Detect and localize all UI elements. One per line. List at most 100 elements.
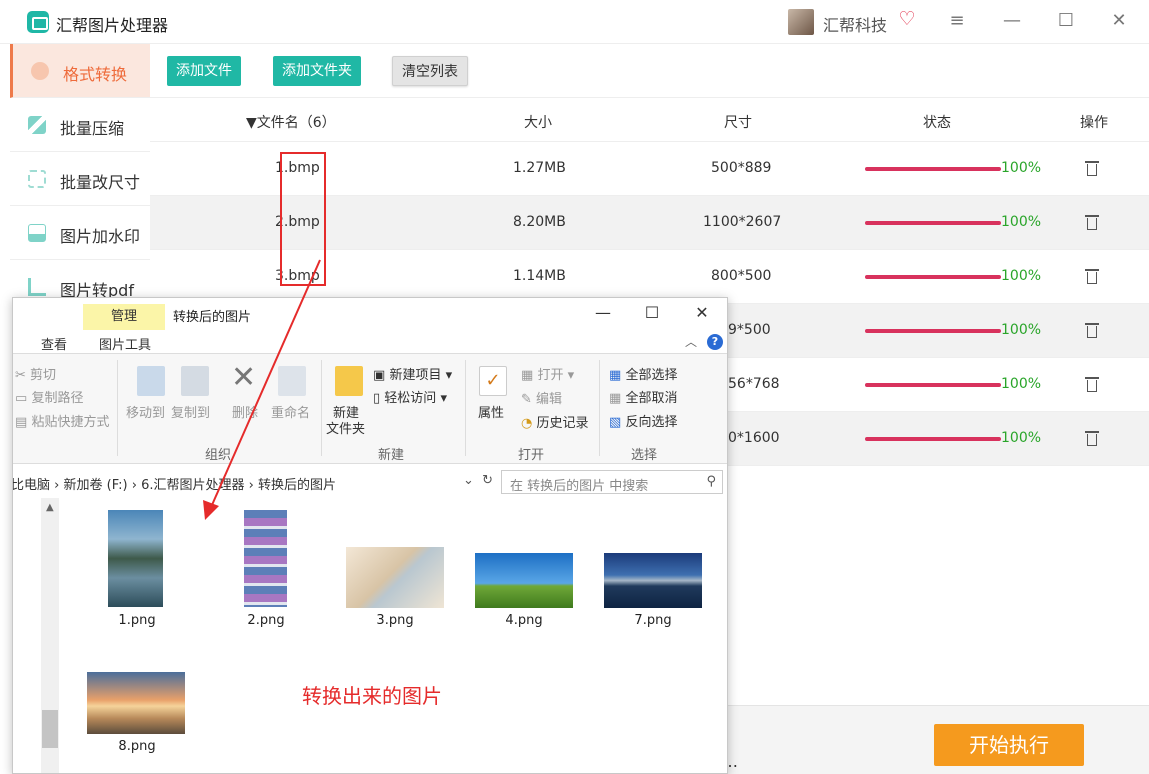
tab-picture-tools[interactable]: 图片工具 (99, 334, 151, 353)
table-header: ▼文件名（6） 大小 尺寸 状态 操作 (150, 98, 1149, 142)
start-button[interactable]: 开始执行 (934, 724, 1084, 766)
sidebar-item-watermark[interactable]: 图片加水印 (10, 206, 150, 260)
cut-label: 剪切 (30, 368, 57, 383)
search-icon: ⚲ (706, 474, 716, 489)
rename-button[interactable]: 重命名 (271, 402, 310, 421)
minimize-button[interactable]: — (1001, 10, 1023, 32)
progress-bar (865, 329, 1001, 333)
breadcrumb-item[interactable]: 新加卷 (F:) (64, 478, 128, 493)
cut-button[interactable]: ✂ 剪切 (15, 364, 56, 383)
scroll-up-icon[interactable]: ▲ (46, 502, 54, 513)
progress-percent: 100% (1001, 430, 1042, 446)
open-label: 打开 (537, 368, 564, 383)
column-header-action: 操作 (1080, 115, 1108, 131)
invert-selection-button[interactable]: ▧ 反向选择 (609, 411, 677, 430)
edit-label: 编辑 (536, 392, 563, 407)
new-item-button[interactable]: ▣ 新建项目 ▾ (373, 364, 452, 383)
progress-bar (865, 221, 1001, 225)
properties-button[interactable]: 属性 (478, 402, 504, 421)
user-avatar[interactable] (788, 9, 814, 35)
delete-icon[interactable] (1084, 159, 1100, 177)
new-folder-icon (335, 366, 363, 396)
sidebar: 格式转换 批量压缩 批量改尺寸 图片加水印 图片转pdf (10, 44, 150, 314)
copy-to-button[interactable]: 复制到 (171, 402, 210, 421)
group-new-label: 新建 (378, 448, 405, 463)
file-size: 1.27MB (513, 160, 566, 176)
search-placeholder: 在 转换后的图片 中搜索 (510, 479, 649, 494)
add-file-button[interactable]: 添加文件 (167, 56, 241, 86)
explorer-maximize-button[interactable]: ☐ (642, 303, 662, 323)
delete-icon[interactable] (1084, 375, 1100, 393)
close-button[interactable]: ✕ (1108, 10, 1130, 32)
vip-heart-icon[interactable]: ♡ (896, 8, 918, 30)
vertical-scrollbar[interactable]: ▲ (41, 498, 59, 773)
new-folder-label-line2: 文件夹 (326, 422, 366, 437)
sidebar-item-format-convert[interactable]: 格式转换 (10, 44, 150, 98)
sidebar-item-resize[interactable]: 批量改尺寸 (10, 152, 150, 206)
paste-shortcut-button[interactable]: ▤ 粘贴快捷方式 (15, 411, 109, 430)
file-thumbnail-8[interactable]: 8.png (77, 672, 197, 762)
ribbon-separator (117, 360, 118, 456)
invert-selection-label: 反向选择 (625, 415, 678, 430)
file-thumbnail-1[interactable]: 1.png (77, 510, 197, 630)
delete-icon[interactable] (1084, 213, 1100, 231)
tab-view[interactable]: 查看 (41, 334, 67, 353)
file-thumbnail-4[interactable]: 4.png (464, 510, 584, 630)
add-folder-button[interactable]: 添加文件夹 (273, 56, 361, 86)
breadcrumb[interactable]: 比电脑 › 新加卷 (F:) › 6.汇帮图片处理器 › 转换后的图片 (13, 474, 336, 493)
delete-x-icon: ✕ (231, 360, 257, 395)
select-all-button[interactable]: ▦ 全部选择 (609, 364, 677, 383)
explorer-close-button[interactable]: ✕ (692, 303, 712, 323)
open-icon: ▦ (521, 368, 534, 383)
copy-path-button[interactable]: ▭ 复制路径 (15, 387, 83, 406)
explorer-minimize-button[interactable]: — (593, 303, 613, 323)
progress-bar (865, 275, 1001, 279)
file-dimensions: 9*500 (728, 322, 771, 338)
sidebar-item-compress[interactable]: 批量压缩 (10, 98, 150, 152)
file-size: 8.20MB (513, 214, 566, 230)
ribbon-separator (321, 360, 322, 456)
address-controls: ⌄ ↻ (463, 473, 493, 488)
ribbon-separator (599, 360, 600, 456)
menu-icon[interactable]: ≡ (946, 10, 968, 32)
delete-button[interactable]: 删除 (232, 402, 258, 421)
format-convert-icon (31, 62, 49, 80)
toolbar: 添加文件 添加文件夹 清空列表 (150, 44, 1149, 98)
breadcrumb-item[interactable]: 6.汇帮图片处理器 (141, 478, 244, 493)
history-button[interactable]: ◔ 历史记录 (521, 412, 589, 431)
scroll-thumb[interactable] (42, 710, 58, 748)
chevron-right-icon: › (54, 478, 64, 493)
clear-list-button[interactable]: 清空列表 (392, 56, 468, 86)
column-header-size: 大小 (524, 115, 552, 131)
progress-bar (865, 437, 1001, 441)
file-thumbnail-2[interactable]: 2.png (206, 510, 326, 630)
select-none-button[interactable]: ▦ 全部取消 (609, 387, 677, 406)
delete-icon[interactable] (1084, 321, 1100, 339)
search-input[interactable]: 在 转换后的图片 中搜索 ⚲ (501, 470, 723, 494)
file-name: 3.png (376, 613, 414, 628)
history-icon: ◔ (521, 416, 533, 431)
refresh-icon[interactable]: ↻ (482, 473, 493, 488)
address-bar: 比电脑 › 新加卷 (F:) › 6.汇帮图片处理器 › 转换后的图片 ⌄ ↻ … (13, 470, 727, 494)
breadcrumb-item[interactable]: 转换后的图片 (258, 478, 336, 493)
pdf-icon (28, 278, 46, 296)
maximize-button[interactable]: ☐ (1055, 10, 1077, 32)
chevron-down-icon[interactable]: ⌄ (463, 473, 474, 488)
progress-bar (865, 167, 1001, 171)
move-to-button[interactable]: 移动到 (126, 402, 165, 421)
select-none-label: 全部取消 (625, 391, 678, 406)
help-icon[interactable]: ? (707, 334, 723, 350)
open-button[interactable]: ▦ 打开 ▾ (521, 364, 574, 383)
column-header-name[interactable]: ▼文件名（6） (246, 112, 336, 132)
file-thumbnail-7[interactable]: 7.png (593, 510, 713, 630)
delete-icon[interactable] (1084, 267, 1100, 285)
image-preview (475, 553, 573, 608)
easy-access-button[interactable]: ▯ 轻松访问 ▾ (373, 387, 447, 406)
tab-manage[interactable]: 管理 (83, 304, 165, 330)
collapse-ribbon-icon[interactable]: ︿ (685, 333, 697, 350)
user-name[interactable]: 汇帮科技 (823, 12, 887, 36)
delete-icon[interactable] (1084, 429, 1100, 447)
breadcrumb-item[interactable]: 比电脑 (13, 478, 50, 493)
file-thumbnail-3[interactable]: 3.png (335, 510, 455, 630)
edit-button[interactable]: ✎ 编辑 (521, 388, 562, 407)
